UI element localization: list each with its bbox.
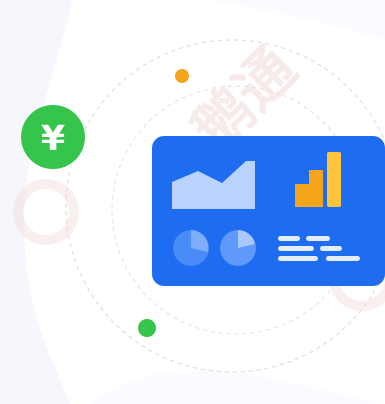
dashboard-card	[152, 136, 385, 286]
background-blob-top	[210, 0, 385, 40]
finance-illustration: 小鹅通 ¥	[0, 0, 385, 404]
text-line-1b	[306, 236, 330, 241]
pie-chart-icon-right	[220, 230, 256, 266]
text-line-2a	[278, 246, 314, 251]
text-line-2b	[320, 246, 342, 251]
background-blob-bottom	[90, 370, 385, 404]
bar-chart-bar-mid	[309, 170, 323, 207]
orange-dot	[175, 69, 189, 83]
bar-chart-bar-short	[295, 184, 309, 207]
text-line-3a	[278, 256, 318, 261]
illustration-canvas: 小鹅通 ¥	[0, 0, 385, 404]
pie-chart-icon-left	[173, 230, 209, 266]
bar-chart-bar-tall	[327, 152, 341, 207]
text-line-1a	[278, 236, 300, 241]
yen-icon: ¥	[41, 119, 65, 159]
yen-badge: ¥	[21, 105, 85, 169]
text-line-3b	[326, 256, 360, 261]
green-dot	[138, 319, 156, 337]
background-blob-left	[0, 0, 72, 404]
